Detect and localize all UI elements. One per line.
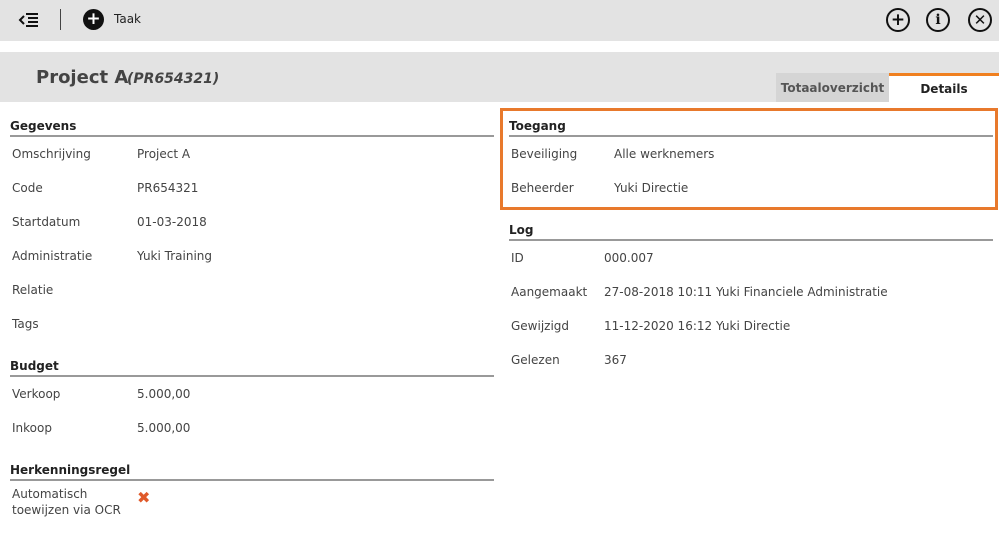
field-label: Gelezen [511, 353, 560, 367]
project-code: (PR654321) [127, 71, 220, 87]
add-task-button[interactable]: + Taak [83, 8, 141, 30]
field-label: ID [511, 251, 524, 265]
field-value: PR654321 [137, 181, 199, 195]
field-label: Tags [12, 317, 39, 331]
field-label: Relatie [12, 283, 54, 297]
field-label: Code [12, 181, 43, 195]
add-task-label: Taak [114, 12, 141, 26]
field-value: Yuki Directie [614, 181, 689, 195]
field-label: Omschrijving [12, 147, 91, 161]
field-label: Startdatum [12, 215, 81, 229]
field-value: 5.000,00 [137, 421, 191, 435]
field-value: 11-12-2020 16:12 Yuki Directie [604, 319, 791, 333]
field-row: Omschrijving Project A [10, 137, 494, 171]
field-row: Gewijzigd 11-12-2020 16:12 Yuki Directie [509, 309, 993, 343]
toolbar: + Taak + i ✕ [0, 0, 999, 41]
field-label: Aangemaakt [511, 285, 588, 299]
field-row: Aangemaakt 27-08-2018 10:11 Yuki Financie… [509, 275, 993, 309]
toegang-section: Toegang Beveiliging Alle werknemers Behee… [509, 117, 993, 205]
toolbar-separator [60, 9, 61, 30]
field-value: 01-03-2018 [137, 215, 207, 229]
field-label: Verkoop [12, 387, 61, 401]
close-circle-icon[interactable]: ✕ [968, 8, 992, 32]
field-row: Inkoop 5.000,00 [10, 411, 494, 445]
field-value: Project A [137, 147, 191, 161]
field-label: Beveiliging [511, 147, 578, 161]
field-row: Beheerder Yuki Directie [509, 171, 993, 205]
field-value: 5.000,00 [137, 387, 191, 401]
section-title: Toegang [509, 117, 993, 137]
page-title: Project A [36, 67, 129, 88]
tab-details[interactable]: Details [889, 73, 999, 102]
info-circle-icon[interactable]: i [926, 8, 950, 32]
log-section: Log ID 000.007 Aangemaakt 27-08-2018 10:11… [509, 221, 993, 377]
field-row: Relatie [10, 273, 494, 307]
field-label: Gewijzigd [511, 319, 570, 333]
field-label: Inkoop [12, 421, 52, 435]
field-label: Beheerder [511, 181, 574, 195]
field-row: Administratie Yuki Training [10, 239, 494, 273]
field-label: Automatisch toewijzen via OCR [10, 486, 137, 518]
field-value: Yuki Training [137, 249, 213, 263]
field-value: Alle werknemers [614, 147, 715, 161]
cross-icon: ✖ [137, 488, 151, 507]
section-title: Budget [10, 357, 494, 377]
field-row: Verkoop 5.000,00 [10, 377, 494, 411]
field-row: ID 000.007 [509, 241, 993, 275]
gegevens-section: Gegevens Omschrijving Project A Code PR654… [10, 117, 494, 341]
field-row: Startdatum 01-03-2018 [10, 205, 494, 239]
collapse-menu-icon[interactable] [18, 10, 40, 30]
field-row: Beveiliging Alle werknemers [509, 137, 993, 171]
field-row: Gelezen 367 [509, 343, 993, 377]
budget-section: Budget Verkoop 5.000,00 Inkoop 5.000,00 [10, 357, 494, 445]
herkenningsregel-section: Herkenningsregel Automatisch toewijzen v… [10, 461, 494, 518]
field-value: 27-08-2018 10:11 Yuki Financiele Adminis… [604, 285, 888, 299]
section-title: Herkenningsregel [10, 461, 494, 481]
field-value: 367 [604, 353, 627, 367]
plus-circle-icon[interactable]: + [886, 8, 910, 32]
section-title: Log [509, 221, 993, 241]
field-row: Code PR654321 [10, 171, 494, 205]
field-row: Automatisch toewijzen via OCR ✖ [10, 481, 494, 518]
field-value: 000.007 [604, 251, 654, 265]
field-row: Tags [10, 307, 494, 341]
field-label-line: Automatisch [12, 487, 88, 501]
section-title: Gegevens [10, 117, 494, 137]
page-header: Project A (PR654321) Totaaloverzicht Det… [0, 52, 999, 102]
tab-totaaloverzicht[interactable]: Totaaloverzicht [776, 73, 889, 102]
field-label-line: toewijzen via OCR [12, 503, 121, 517]
plus-icon: + [83, 8, 104, 30]
field-label: Administratie [12, 249, 93, 263]
